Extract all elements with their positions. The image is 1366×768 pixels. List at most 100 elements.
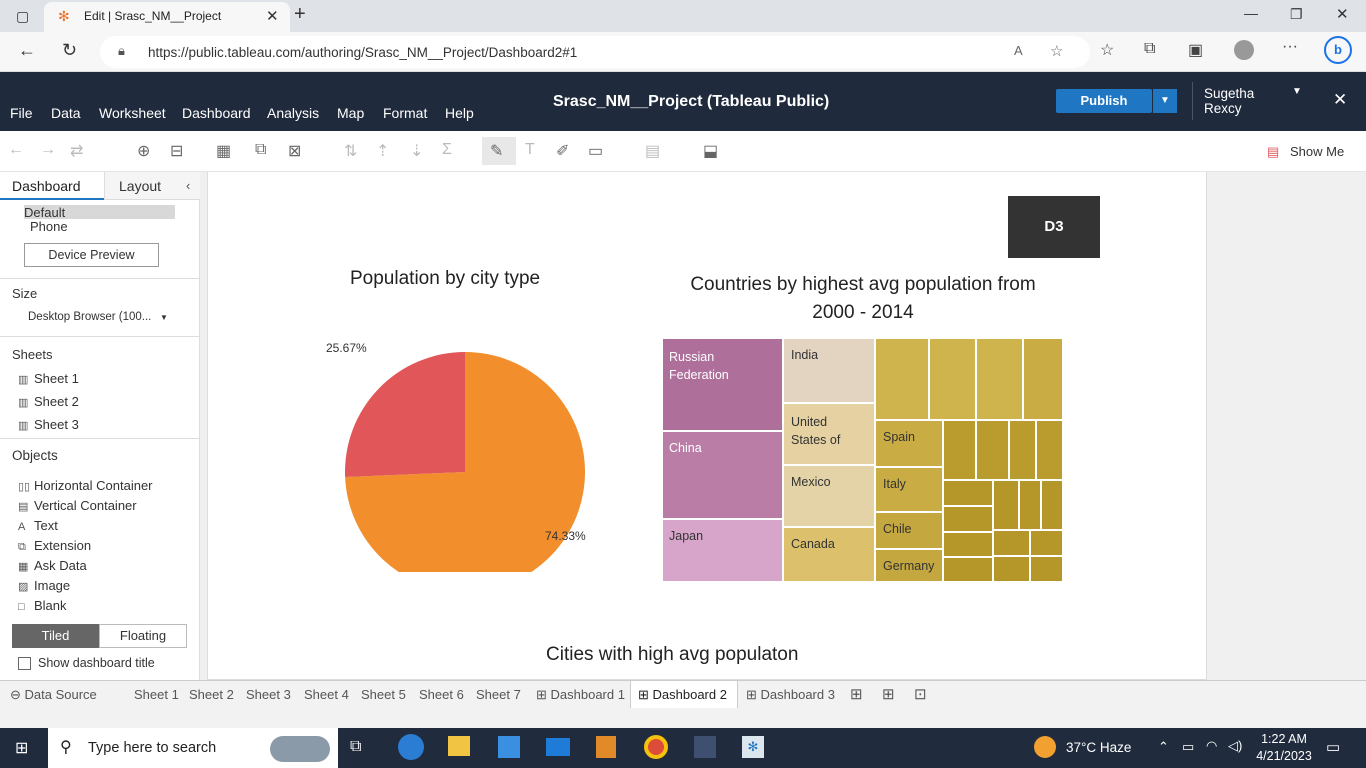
treemap-cell-japan[interactable]: Japan — [662, 519, 783, 582]
favorite-icon[interactable]: ☆ — [1050, 42, 1063, 60]
new-tab-icon[interactable]: + — [294, 3, 306, 26]
treemap-cell-mexico[interactable]: Mexico — [783, 465, 875, 527]
floating-button[interactable]: Floating — [99, 624, 187, 648]
clock-time[interactable]: 1:22 AM — [1258, 732, 1310, 746]
treemap-cell[interactable] — [943, 420, 976, 480]
tab-sheet-1[interactable]: Sheet 1 — [134, 687, 179, 702]
menu-worksheet[interactable]: Worksheet — [99, 105, 166, 121]
swap-icon[interactable]: ⇅ — [344, 141, 357, 161]
object-horizontal-container[interactable]: ▯▯ Horizontal Container — [18, 478, 153, 493]
show-me-icon[interactable]: ▤ — [1267, 144, 1279, 160]
treemap-cell-canada[interactable]: Canada — [783, 527, 875, 582]
treemap-cell[interactable] — [1041, 480, 1063, 530]
menu-map[interactable]: Map — [337, 105, 364, 121]
treemap-cell[interactable] — [943, 532, 993, 557]
mail-icon[interactable] — [546, 738, 570, 756]
collapse-icon[interactable]: ‹ — [186, 178, 190, 193]
undo-icon[interactable]: ← — [8, 141, 24, 159]
treemap-cell-chile[interactable]: Chile — [875, 512, 943, 549]
back-icon[interactable]: ← — [18, 40, 36, 61]
treemap-cell-germany[interactable]: Germany — [875, 549, 943, 582]
sort-asc-icon[interactable]: ⇡ — [376, 141, 389, 161]
pie-chart[interactable]: 25.67% 74.33% — [308, 312, 628, 572]
size-dropdown[interactable]: Desktop Browser (100... — [28, 311, 151, 323]
format-icon[interactable]: ✐ — [556, 141, 569, 161]
menu-file[interactable]: File — [10, 105, 33, 121]
pause-updates-icon[interactable]: ⊟ — [170, 141, 183, 161]
tableau-icon[interactable]: ✻ — [742, 736, 764, 758]
treemap-cell[interactable] — [943, 557, 993, 582]
treemap-cell[interactable] — [993, 530, 1030, 556]
menu-analysis[interactable]: Analysis — [267, 105, 319, 121]
clock-date[interactable]: 4/21/2023 — [1254, 749, 1314, 763]
new-sheet-icon[interactable]: ▦ — [216, 141, 231, 161]
sheet-item-1[interactable]: ▥ Sheet 1 — [18, 371, 79, 386]
more-icon[interactable]: ··· — [1282, 38, 1298, 56]
tab-sheet-5[interactable]: Sheet 5 — [361, 687, 406, 702]
edge-icon[interactable] — [398, 734, 424, 760]
device-phone[interactable]: Phone — [30, 219, 68, 234]
new-datasource-icon[interactable]: ⊕ — [137, 141, 150, 161]
duplicate-icon[interactable]: ⧉ — [255, 141, 266, 159]
tab-sheet-7[interactable]: Sheet 7 — [476, 687, 521, 702]
wifi-icon[interactable]: ◠ — [1206, 738, 1217, 754]
d3-badge[interactable]: D3 — [1008, 196, 1100, 258]
menu-help[interactable]: Help — [445, 105, 474, 121]
dashboard-canvas[interactable]: D3 Population by city type 25.67% 74.33%… — [207, 172, 1207, 680]
fit-icon[interactable]: ▭ — [588, 141, 603, 161]
task-view-icon[interactable]: ⧉ — [350, 738, 361, 756]
chrome-icon[interactable] — [644, 735, 668, 759]
device-preview-button[interactable]: Device Preview — [24, 243, 159, 267]
menu-dashboard[interactable]: Dashboard — [182, 105, 251, 121]
treemap-cell[interactable] — [1009, 420, 1036, 480]
tab-actions-icon[interactable]: ▢ — [16, 8, 29, 25]
weather-text[interactable]: 37°C Haze — [1066, 740, 1131, 755]
sort-desc-icon[interactable]: ⇣ — [410, 141, 423, 161]
new-story-icon[interactable]: ⊡ — [914, 685, 927, 703]
treemap-cell[interactable] — [976, 338, 1023, 420]
windows-start-icon[interactable]: ⊞ — [15, 738, 28, 758]
publish-button[interactable]: Publish — [1056, 89, 1152, 113]
treemap[interactable]: Russian Federation China Japan India Uni… — [662, 338, 1063, 582]
object-image[interactable]: ▨ Image — [18, 578, 70, 593]
treemap-cell[interactable] — [993, 480, 1019, 530]
tab-sheet-6[interactable]: Sheet 6 — [419, 687, 464, 702]
treemap-cell[interactable] — [976, 420, 1009, 480]
new-worksheet-icon[interactable]: ⊞ — [850, 685, 863, 703]
object-vertical-container[interactable]: ▤ Vertical Container — [18, 498, 137, 513]
treemap-cell[interactable] — [929, 338, 976, 420]
treemap-cell-china[interactable]: China — [662, 431, 783, 519]
notification-icon[interactable]: ▭ — [1326, 738, 1340, 756]
tiled-button[interactable]: Tiled — [12, 624, 99, 648]
browser-tab[interactable]: ✻ Edit | Srasc_NM__Project ✕ — [44, 2, 290, 32]
treemap-cell[interactable] — [1036, 420, 1063, 480]
battery-icon[interactable]: ▭ — [1182, 739, 1194, 755]
treemap-cell-italy[interactable]: Italy — [875, 467, 943, 512]
bing-icon[interactable]: b — [1324, 36, 1352, 64]
labels-icon[interactable]: T — [525, 141, 535, 159]
object-text[interactable]: A Text — [18, 518, 58, 533]
menu-data[interactable]: Data — [51, 105, 81, 121]
collections-icon[interactable]: ⧉ — [1144, 40, 1155, 58]
object-blank[interactable]: □ Blank — [18, 598, 67, 613]
tab-dashboard-1[interactable]: ⊞ Dashboard 1 — [536, 687, 625, 703]
tab-sheet-4[interactable]: Sheet 4 — [304, 687, 349, 702]
extensions-icon[interactable]: ▣ — [1188, 40, 1203, 60]
tab-dashboard[interactable]: Dashboard — [12, 178, 81, 194]
tab-data-source[interactable]: ⊖ Data Source — [10, 687, 97, 703]
user-dropdown-icon[interactable]: ▼ — [1292, 86, 1302, 97]
tab-sheet-2[interactable]: Sheet 2 — [189, 687, 234, 702]
tray-chevron-icon[interactable]: ⌃ — [1158, 739, 1169, 755]
read-aloud-icon[interactable]: A — [1014, 43, 1023, 58]
close-tab-icon[interactable]: ✕ — [266, 7, 279, 25]
tab-dashboard-3[interactable]: ⊞ Dashboard 3 — [746, 687, 835, 703]
tab-layout[interactable]: Layout — [119, 178, 161, 194]
show-cards-icon[interactable]: ▤ — [645, 141, 660, 161]
treemap-cell-russia[interactable]: Russian Federation — [662, 338, 783, 431]
object-extension[interactable]: ⧉ Extension — [18, 538, 91, 554]
presentation-icon[interactable]: ⬓ — [703, 141, 718, 161]
treemap-cell-usa[interactable]: United States of — [783, 403, 875, 465]
treemap-cell[interactable] — [943, 480, 993, 506]
show-title-checkbox[interactable] — [18, 657, 31, 670]
sheet-item-2[interactable]: ▥ Sheet 2 — [18, 394, 79, 409]
